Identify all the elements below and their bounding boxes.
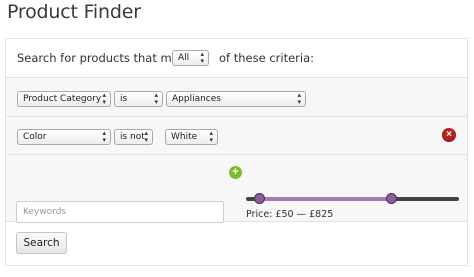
criterion-operator-value: is [120, 94, 128, 104]
price-slider[interactable] [246, 193, 459, 204]
criterion-field-value: Product Category [23, 94, 102, 104]
criterion-field-select[interactable]: Color ▴ ▾ [17, 129, 111, 145]
chevron-updown-icon: ▴ ▾ [200, 50, 204, 65]
add-criterion-icon[interactable]: + [229, 166, 242, 179]
criterion-field-value: Color [23, 132, 47, 142]
criterion-value-value: White [171, 132, 198, 142]
chevron-updown-icon: ▴ ▾ [209, 129, 213, 144]
match-prefix-label: Search for products that match [17, 51, 197, 65]
price-slider-range [258, 197, 391, 201]
keywords-input[interactable] [16, 201, 224, 223]
criterion-operator-select[interactable]: is ▴ ▾ [114, 91, 163, 107]
chevron-updown-icon: ▴ ▾ [144, 129, 148, 144]
criterion-row: Color ▴ ▾ is not ▴ ▾ White ▴ ▾ × [6, 116, 467, 155]
criterion-value-select[interactable]: Appliances ▴ ▾ [166, 91, 306, 107]
price-slider-min-handle[interactable] [253, 193, 265, 204]
criterion-value-value: Appliances [172, 94, 221, 104]
price-range-label: Price: £50 — £825 [246, 209, 334, 220]
price-slider-max-handle[interactable] [385, 193, 397, 204]
match-mode-value: All [178, 53, 190, 63]
criterion-operator-value: is not [120, 132, 145, 142]
criterion-value-select[interactable]: White ▴ ▾ [165, 129, 218, 145]
chevron-updown-icon: ▴ ▾ [102, 91, 106, 106]
chevron-updown-icon: ▴ ▾ [154, 91, 158, 106]
chevron-updown-icon: ▴ ▾ [297, 91, 301, 106]
chevron-updown-icon: ▴ ▾ [102, 129, 106, 144]
match-row: Search for products that match All ▴ ▾ of… [6, 39, 467, 77]
page-title: Product Finder [7, 1, 141, 23]
remove-criterion-icon[interactable]: × [442, 128, 456, 142]
match-suffix-label: of these criteria: [219, 51, 315, 65]
criterion-field-select[interactable]: Product Category ▴ ▾ [17, 91, 111, 107]
match-mode-select[interactable]: All ▴ ▾ [172, 50, 209, 66]
search-button[interactable]: Search [16, 232, 67, 254]
criterion-operator-select[interactable]: is not ▴ ▾ [114, 129, 153, 145]
product-finder-panel: Search for products that match All ▴ ▾ of… [5, 38, 468, 266]
criterion-row: Product Category ▴ ▾ is ▴ ▾ Appliances ▴ ▾ [6, 78, 467, 117]
